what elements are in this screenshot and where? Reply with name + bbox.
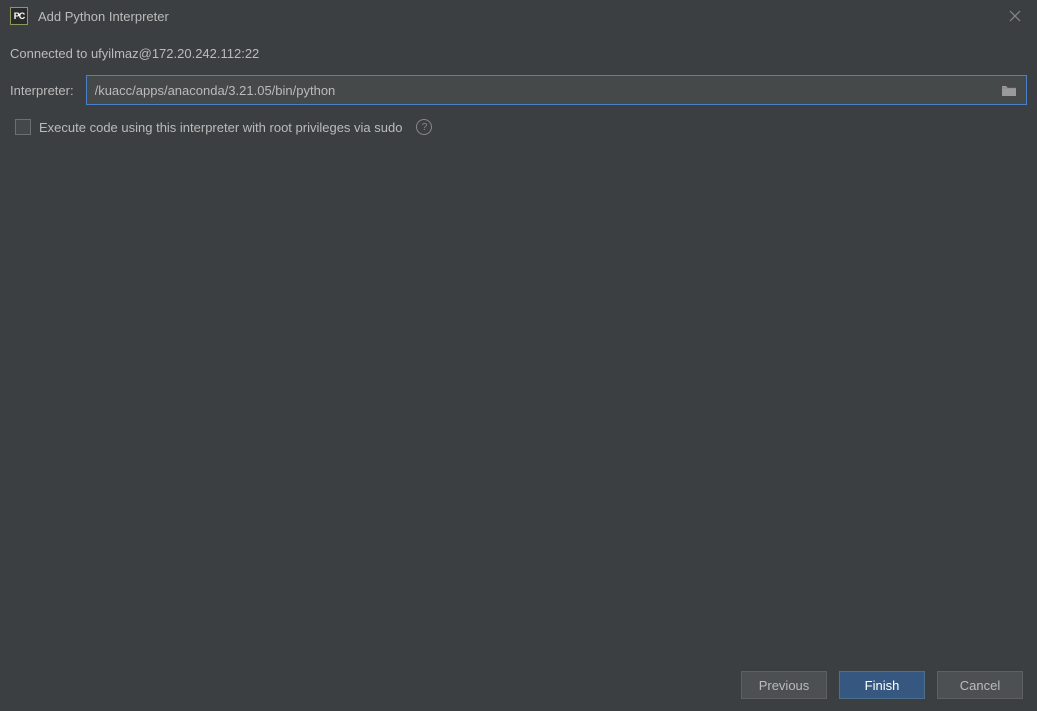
dialog-title: Add Python Interpreter — [38, 9, 1003, 24]
previous-button[interactable]: Previous — [741, 671, 827, 699]
connection-status: Connected to ufyilmaz@172.20.242.112:22 — [10, 46, 1027, 61]
dialog-content: Connected to ufyilmaz@172.20.242.112:22 … — [0, 32, 1037, 135]
sudo-checkbox-label: Execute code using this interpreter with… — [39, 120, 402, 135]
help-icon[interactable]: ? — [416, 119, 432, 135]
folder-icon[interactable] — [1000, 81, 1018, 99]
button-row: Previous Finish Cancel — [741, 671, 1023, 699]
title-bar: PC Add Python Interpreter — [0, 0, 1037, 32]
sudo-checkbox[interactable] — [15, 119, 31, 135]
close-icon[interactable] — [1003, 4, 1027, 28]
interpreter-input[interactable] — [95, 76, 994, 104]
app-icon: PC — [10, 7, 28, 25]
interpreter-label: Interpreter: — [10, 83, 74, 98]
cancel-button[interactable]: Cancel — [937, 671, 1023, 699]
finish-button[interactable]: Finish — [839, 671, 925, 699]
sudo-checkbox-row: Execute code using this interpreter with… — [15, 119, 1027, 135]
interpreter-row: Interpreter: — [10, 75, 1027, 105]
interpreter-input-wrapper — [86, 75, 1027, 105]
